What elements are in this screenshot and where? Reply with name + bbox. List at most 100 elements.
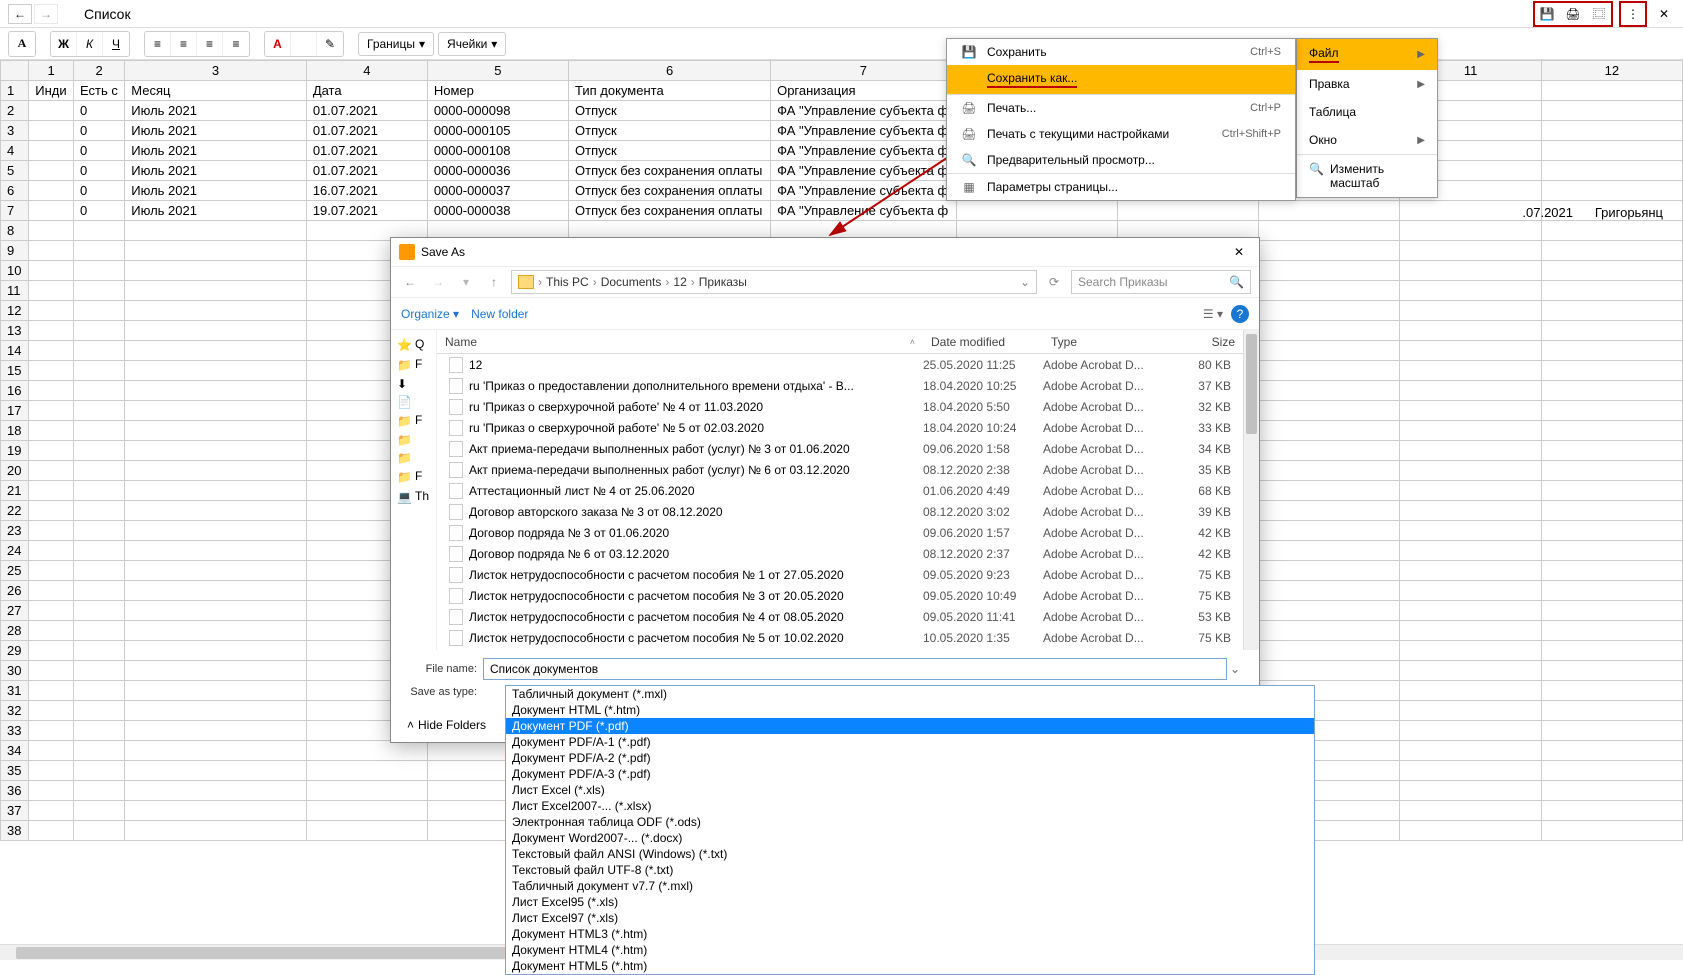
cell[interactable]: ФА "Управление субъекта ф	[771, 181, 957, 201]
file-list[interactable]: Name˄ Date modified Type Size 12 25.05.2…	[437, 330, 1243, 650]
breadcrumb[interactable]: Documents	[601, 275, 662, 289]
cell[interactable]: 01.07.2021	[306, 101, 427, 121]
cell[interactable]: Отпуск без сохранения оплаты	[569, 181, 771, 201]
cell[interactable]: 0	[73, 181, 124, 201]
sidebar-item[interactable]: ⬇	[393, 374, 434, 392]
nav-recent-button[interactable]: ▾	[455, 271, 477, 293]
format-option[interactable]: Документ PDF/A-2 (*.pdf)	[506, 750, 1314, 766]
sidebar-item[interactable]: 📁F	[393, 466, 434, 486]
cell[interactable]: Отпуск без сохранения оплаты	[569, 201, 771, 221]
view-button[interactable]: ☰ ▾	[1203, 307, 1223, 321]
nav-back-button[interactable]: ←	[399, 271, 421, 293]
cell[interactable]: 01.07.2021	[306, 121, 427, 141]
file-row[interactable]: 12 25.05.2020 11:25 Adobe Acrobat D... 8…	[437, 354, 1243, 375]
format-option[interactable]: Лист Excel95 (*.xls)	[506, 894, 1314, 910]
cell[interactable]: ФА "Управление субъекта ф	[771, 141, 957, 161]
file-row[interactable]: Акт приема-передачи выполненных работ (у…	[437, 459, 1243, 480]
sidebar-item[interactable]: 📁F	[393, 410, 434, 430]
close-icon[interactable]: ✕	[1653, 4, 1675, 24]
cell[interactable]: ФА "Управление субъекта ф	[771, 101, 957, 121]
cell[interactable]: 0000-000036	[427, 161, 568, 181]
file-row[interactable]: ru 'Приказ о сверхурочной работе' № 4 от…	[437, 396, 1243, 417]
file-row[interactable]: Листок нетрудоспособности с расчетом пос…	[437, 627, 1243, 648]
format-option[interactable]: Текстовый файл UTF-8 (*.txt)	[506, 862, 1314, 878]
file-row[interactable]: Листок нетрудоспособности с расчетом пос…	[437, 606, 1243, 627]
menu-table[interactable]: Таблица	[1297, 98, 1437, 126]
cell[interactable]: 0000-000105	[427, 121, 568, 141]
more-icon[interactable]: ⋮	[1622, 4, 1644, 24]
file-row[interactable]: Листок нетрудоспособности с расчетом пос…	[437, 564, 1243, 585]
align-justify-button[interactable]: ≡	[223, 32, 249, 56]
menu-save-as[interactable]: Сохранить как...	[947, 65, 1295, 94]
close-button[interactable]: ✕	[1227, 240, 1251, 264]
back-button[interactable]: ←	[8, 4, 32, 24]
align-center-button[interactable]: ≡	[171, 32, 197, 56]
sidebar-item[interactable]: 📄	[393, 392, 434, 410]
format-option[interactable]: Документ PDF/A-1 (*.pdf)	[506, 734, 1314, 750]
sidebar-item[interactable]: 💻Th	[393, 486, 434, 506]
col-size[interactable]: Size	[1163, 335, 1243, 349]
new-folder-button[interactable]: New folder	[471, 307, 528, 321]
menu-file[interactable]: Файл▶	[1297, 39, 1437, 70]
cell[interactable]: ФА "Управление субъекта ф	[771, 121, 957, 141]
cell[interactable]: Отпуск	[569, 121, 771, 141]
cell[interactable]	[29, 161, 74, 181]
cell[interactable]: 0	[73, 121, 124, 141]
cell[interactable]: Июль 2021	[125, 161, 307, 181]
cell[interactable]	[29, 121, 74, 141]
file-row[interactable]: Договор подряда № 3 от 01.06.2020 09.06.…	[437, 522, 1243, 543]
address-bar[interactable]: › This PC › Documents › 12 › Приказы ⌄	[511, 270, 1037, 294]
underline-button[interactable]: Ч	[103, 32, 129, 56]
bg-color-button[interactable]	[291, 32, 317, 56]
menu-edit[interactable]: Правка▶	[1297, 70, 1437, 98]
help-button[interactable]: ?	[1231, 305, 1249, 323]
cell[interactable]: 0000-000108	[427, 141, 568, 161]
format-option[interactable]: Лист Excel (*.xls)	[506, 782, 1314, 798]
format-option[interactable]: Лист Excel2007-... (*.xlsx)	[506, 798, 1314, 814]
folder-tree[interactable]: ⭐Q📁F⬇📄📁F📁📁📁F💻Th	[391, 330, 437, 650]
cell[interactable]: 0	[73, 141, 124, 161]
cell[interactable]: Июль 2021	[125, 101, 307, 121]
format-option[interactable]: Лист Excel97 (*.xls)	[506, 910, 1314, 926]
filename-input[interactable]	[483, 658, 1227, 680]
format-option[interactable]: Табличный документ v7.7 (*.mxl)	[506, 878, 1314, 894]
save-icon[interactable]: 💾	[1536, 4, 1558, 24]
cell[interactable]	[29, 141, 74, 161]
sidebar-item[interactable]: 📁F	[393, 354, 434, 374]
col-type[interactable]: Type	[1043, 335, 1163, 349]
align-left-button[interactable]: ≡	[145, 32, 171, 56]
breadcrumb[interactable]: 12	[673, 275, 686, 289]
refresh-button[interactable]: ⟳	[1043, 271, 1065, 293]
menu-save[interactable]: 💾Сохранить Ctrl+S	[947, 39, 1295, 65]
cell[interactable]: Июль 2021	[125, 181, 307, 201]
sidebar-item[interactable]: 📁	[393, 448, 434, 466]
col-name[interactable]: Name˄	[437, 335, 923, 349]
menu-page-setup[interactable]: ▦Параметры страницы...	[947, 174, 1295, 200]
sidebar-item[interactable]: ⭐Q	[393, 334, 434, 354]
cell[interactable]: Отпуск без сохранения оплаты	[569, 161, 771, 181]
menu-zoom[interactable]: 🔍Изменить масштаб	[1297, 155, 1437, 197]
cell[interactable]: 0000-000098	[427, 101, 568, 121]
cell[interactable]	[29, 181, 74, 201]
cell[interactable]: 01.07.2021	[306, 141, 427, 161]
borders-dropdown[interactable]: Границы▾	[358, 32, 434, 56]
cell[interactable]: Июль 2021	[125, 141, 307, 161]
cell[interactable]: 0	[73, 161, 124, 181]
cell[interactable]: 0	[73, 101, 124, 121]
chevron-down-icon[interactable]: ⌄	[1020, 275, 1030, 289]
breadcrumb[interactable]: Приказы	[699, 275, 747, 289]
scrollbar[interactable]	[1243, 330, 1259, 650]
col-date[interactable]: Date modified	[923, 335, 1043, 349]
search-input[interactable]: Search Приказы 🔍	[1071, 270, 1251, 294]
format-option[interactable]: Документ PDF/A-3 (*.pdf)	[506, 766, 1314, 782]
cell[interactable]: Отпуск	[569, 141, 771, 161]
format-option[interactable]: Документ PDF (*.pdf)	[506, 718, 1314, 734]
nav-forward-button[interactable]: →	[427, 271, 449, 293]
cell[interactable]: ФА "Управление субъекта ф	[771, 161, 957, 181]
format-option[interactable]: Текстовый файл ANSI (Windows) (*.txt)	[506, 846, 1314, 862]
cell[interactable]	[29, 201, 74, 221]
cell[interactable]	[29, 101, 74, 121]
cell[interactable]: Июль 2021	[125, 121, 307, 141]
cell[interactable]: Отпуск	[569, 101, 771, 121]
nav-up-button[interactable]: ↑	[483, 271, 505, 293]
